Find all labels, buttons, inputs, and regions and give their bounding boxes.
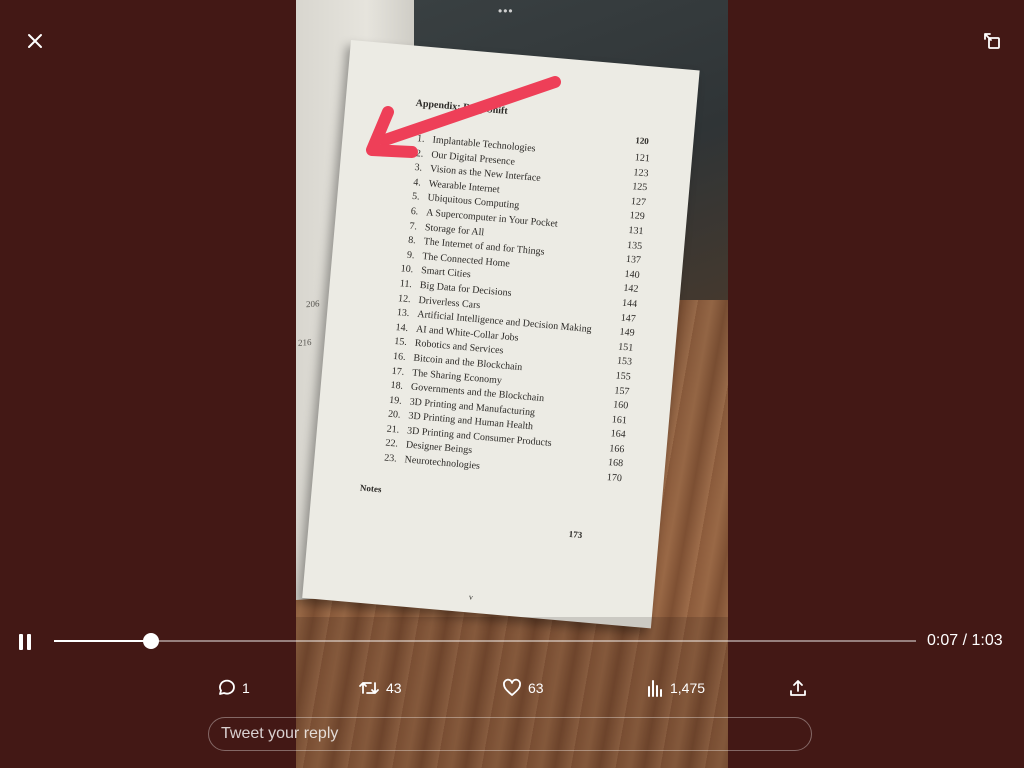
pause-icon — [19, 634, 31, 650]
close-button[interactable] — [22, 28, 48, 54]
views-count: 1,475 — [670, 680, 706, 696]
reply-icon — [219, 679, 235, 695]
repost-icon — [359, 682, 379, 694]
views-button[interactable]: 1,475 — [646, 676, 705, 700]
share-button[interactable] — [788, 676, 808, 700]
tweet-reply-input[interactable] — [208, 717, 812, 751]
progress-bar[interactable] — [54, 633, 916, 649]
close-icon — [28, 34, 42, 48]
repost-count: 43 — [386, 680, 402, 696]
tweet-actions: 1 43 63 1,475 — [0, 676, 1024, 700]
repost-button[interactable]: 43 — [358, 676, 402, 700]
share-icon — [790, 680, 806, 696]
pause-button[interactable] — [14, 630, 36, 654]
like-count: 63 — [528, 680, 544, 696]
time-readout: 0:07 / 1:03 — [927, 632, 1003, 649]
progress-fill — [54, 640, 152, 642]
more-dots-icon: ••• — [498, 4, 514, 18]
progress-thumb[interactable] — [143, 633, 160, 649]
views-icon — [648, 680, 662, 697]
expand-icon — [984, 33, 1000, 49]
expand-button[interactable] — [979, 28, 1005, 54]
like-button[interactable]: 63 — [502, 676, 544, 700]
like-icon — [503, 678, 521, 696]
reply-button[interactable]: 1 — [216, 676, 250, 700]
reply-count: 1 — [242, 680, 250, 696]
